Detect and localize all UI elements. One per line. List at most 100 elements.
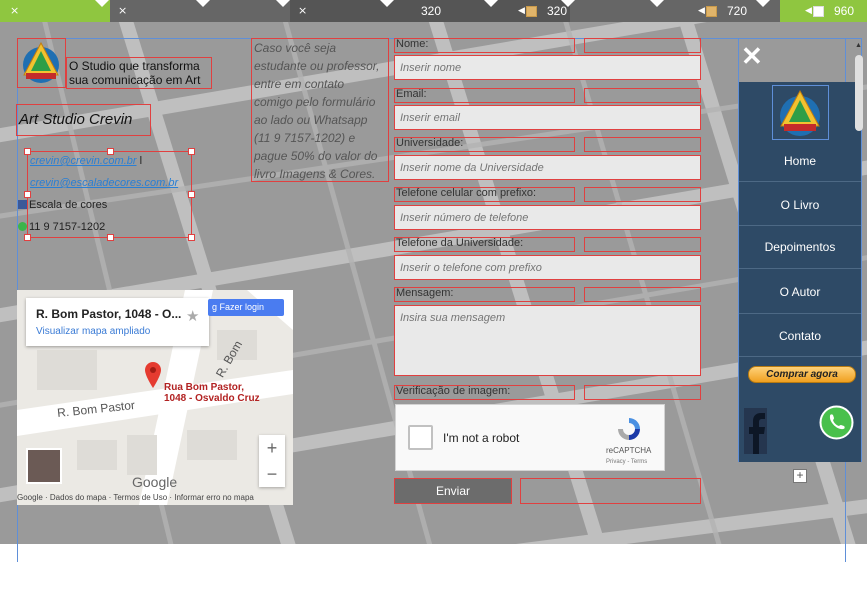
label-frame (584, 385, 701, 400)
whatsapp-icon (18, 222, 27, 231)
phone-input[interactable] (394, 205, 701, 230)
label-frame (394, 237, 575, 252)
resize-handle[interactable] (24, 148, 31, 155)
map-address-title: R. Bom Pastor, 1048 - O... (36, 307, 182, 321)
submit-button[interactable]: Enviar (394, 478, 512, 504)
close-icon[interactable]: × (118, 4, 127, 17)
label-frame (394, 137, 575, 152)
resize-handle[interactable] (188, 148, 195, 155)
breakpoint-handle[interactable] (526, 6, 537, 17)
resize-handle[interactable] (107, 234, 114, 241)
scroll-up-arrow-icon[interactable]: ▲ (855, 42, 862, 49)
star-icon[interactable]: ★ (186, 307, 199, 325)
buy-now-button[interactable]: Comprar agora (748, 366, 856, 383)
zoom-out-button[interactable]: − (259, 461, 285, 487)
email-suffix: l (139, 155, 143, 167)
resize-handle[interactable] (188, 234, 195, 241)
phone-line: 11 9 7157-1202 (18, 221, 105, 233)
close-icon[interactable]: × (10, 4, 19, 17)
label-frame (394, 385, 575, 400)
zoom-in-button[interactable]: + (259, 435, 285, 461)
label-frame (584, 137, 701, 152)
resize-handle[interactable] (188, 191, 195, 198)
nav-close-area: ✕ (739, 39, 861, 79)
breakpoint-bar: × × × 320 ◀ 320 ◀ 720 ◀ 960 (0, 0, 867, 22)
scrollbar-thumb[interactable] (855, 55, 863, 131)
label-frame (584, 38, 701, 53)
message-textarea[interactable] (394, 305, 701, 376)
resize-handle[interactable] (107, 148, 114, 155)
breakpoint-width-label: 320 (421, 4, 442, 18)
map-login-button[interactable]: g Fazer login (208, 299, 284, 316)
google-logo: Google (132, 474, 178, 490)
google-g-icon: g (212, 302, 220, 312)
map-pin-label: Rua Bom Pastor, 1048 - Osvaldo Cruz (164, 382, 260, 404)
recaptcha-widget: I'm not a robot reCAPTCHA Privacy - Term… (395, 404, 665, 471)
label-frame (584, 287, 701, 302)
nav-divider (739, 225, 861, 226)
arrow-left-icon: ◀ (698, 5, 705, 15)
tagline-text[interactable]: O Studio que transforma sua comunicação … (66, 57, 212, 89)
contact-block[interactable]: crevin@crevin.com.br l crevin@escaladeco… (18, 148, 195, 241)
map-info-card: R. Bom Pastor, 1048 - O... Visualizar ma… (26, 298, 209, 346)
breakpoint-segment[interactable] (570, 0, 780, 22)
nav-divider (739, 356, 861, 357)
name-input[interactable] (394, 55, 701, 80)
nav-logo-image[interactable] (772, 85, 829, 140)
resize-handle[interactable] (24, 234, 31, 241)
nav-item-contato[interactable]: Contato (742, 327, 858, 345)
university-phone-input[interactable] (394, 255, 701, 280)
label-frame (394, 187, 575, 202)
nav-divider (739, 181, 861, 182)
map-login-label: Fazer login (219, 302, 265, 312)
arrow-left-icon: ◀ (805, 5, 812, 15)
breakpoint-width-label: 960 (834, 4, 855, 18)
facebook-line: Escala de cores (18, 199, 107, 211)
brand-title[interactable]: Art Studio Crevin (16, 104, 151, 136)
nav-item-o-livro[interactable]: O Livro (742, 196, 858, 214)
breakpoint-width-label: 320 (547, 4, 568, 18)
logo-image[interactable] (17, 38, 66, 88)
editor-stage: × × × 320 ◀ 320 ◀ 720 ◀ 960 O Studio que… (0, 0, 867, 597)
close-icon[interactable]: × (298, 4, 307, 17)
email-link[interactable]: crevin@escaladecores.com.br (30, 177, 178, 189)
map-footer-links[interactable]: Google · Dados do mapa · Termos de Uso ·… (17, 493, 293, 502)
breakpoint-handle[interactable] (813, 6, 824, 17)
label-frame (394, 38, 575, 53)
arrow-left-icon: ◀ (518, 5, 525, 15)
email-link[interactable]: crevin@crevin.com.br (30, 155, 137, 167)
phone-number: 11 9 7157-1202 (29, 221, 106, 233)
nav-item-home[interactable]: Home (742, 152, 858, 170)
facebook-icon[interactable] (744, 408, 767, 454)
facebook-label[interactable]: Escala de cores (29, 199, 107, 211)
add-element-button[interactable]: + (793, 469, 807, 483)
nav-item-o-autor[interactable]: O Autor (742, 283, 858, 301)
form-status-box (520, 478, 701, 504)
recaptcha-label: I'm not a robot (443, 431, 520, 445)
breakpoint-width-label: 720 (727, 4, 748, 18)
whatsapp-icon[interactable] (818, 404, 855, 441)
email-input[interactable] (394, 105, 701, 130)
satellite-thumbnail[interactable] (26, 448, 62, 484)
breakpoint-handle[interactable] (706, 6, 717, 17)
promo-text[interactable]: Caso você seja estudante ou professor, e… (251, 38, 389, 182)
google-map-embed[interactable]: R. Bom Pastor, 1048 - O... Visualizar ma… (17, 290, 293, 505)
label-frame (584, 88, 701, 103)
recaptcha-brand: reCAPTCHA (606, 446, 652, 455)
label-frame (584, 237, 701, 252)
recaptcha-checkbox[interactable] (408, 425, 433, 450)
map-pin-icon[interactable] (145, 362, 161, 388)
close-icon[interactable]: ✕ (741, 41, 763, 72)
nav-item-depoimentos[interactable]: Depoimentos (742, 238, 858, 256)
label-frame (394, 88, 575, 103)
nav-divider (739, 268, 861, 269)
university-input[interactable] (394, 155, 701, 180)
resize-handle[interactable] (24, 191, 31, 198)
recaptcha-terms[interactable]: Privacy - Terms (606, 459, 647, 465)
recaptcha-logo-icon (618, 418, 640, 440)
email-line-1: crevin@crevin.com.br l (30, 155, 142, 167)
map-enlarge-link[interactable]: Visualizar mapa ampliado (36, 326, 150, 337)
label-frame (584, 187, 701, 202)
facebook-icon (18, 200, 27, 209)
label-frame (394, 287, 575, 302)
